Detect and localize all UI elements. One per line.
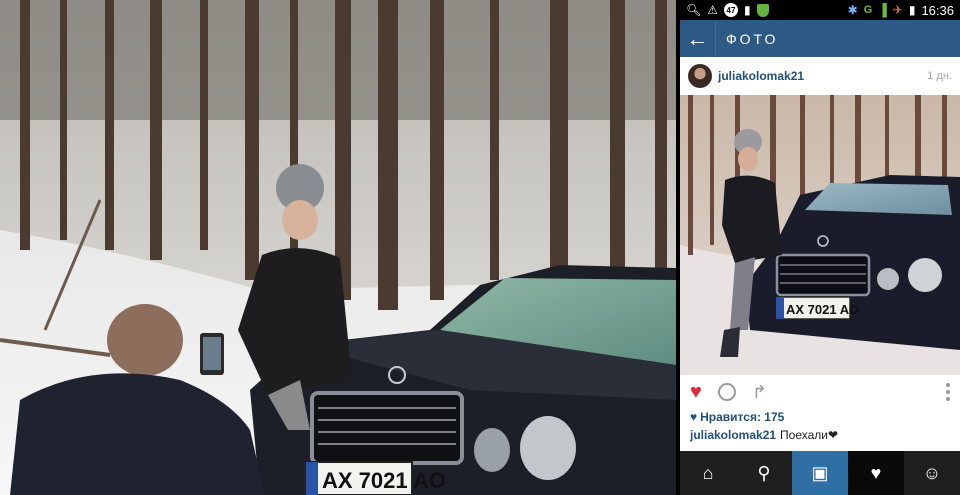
more-options-icon[interactable]: [946, 383, 950, 401]
left-license-plate: AX 7021 AO: [322, 468, 446, 493]
post-actions: ♥ ↱: [680, 375, 960, 409]
bottom-navigation: ⌂ ⚲ ▣ ♥ ☺: [680, 451, 960, 495]
camera-icon[interactable]: ▣: [792, 451, 848, 495]
heart-bubble-icon[interactable]: ♥: [848, 451, 904, 495]
left-photo-illustration: AX 7021 AO: [0, 0, 676, 495]
search-status-icon: 🔍︎: [686, 3, 702, 17]
caption-username[interactable]: juliakolomak21: [690, 428, 776, 442]
likes-label: Нравится: 175: [700, 410, 785, 424]
screenshot-root: AX 7021 AO 🔍︎ ⚠︎ 47 ▮ ✱ G ▐ ✈︎ ▮ 16:36 ←…: [0, 0, 960, 495]
network-signal-icon: G: [863, 4, 873, 16]
signal-bars-icon: ▐: [878, 3, 887, 17]
post-caption: juliakolomak21 Поехали❤: [680, 425, 960, 445]
post-license-plate: AX 7021 AO: [786, 302, 859, 317]
left-photo: AX 7021 AO: [0, 0, 676, 495]
profile-icon[interactable]: ☺: [904, 451, 960, 495]
post-time: 1 дн.: [927, 70, 952, 82]
share-icon[interactable]: ↱: [752, 382, 767, 403]
airplane-icon: ✈︎: [892, 3, 903, 17]
warning-icon: ⚠︎: [707, 3, 718, 17]
instagram-phone-screen: 🔍︎ ⚠︎ 47 ▮ ✱ G ▐ ✈︎ ▮ 16:36 ← ФОТО julia…: [680, 0, 960, 495]
post-photo[interactable]: AX 7021 AO: [680, 95, 960, 375]
arrow-left-icon[interactable]: ←: [680, 20, 716, 57]
shield-icon: [756, 3, 769, 17]
like-heart-icon[interactable]: ♥: [690, 381, 702, 404]
post-header: juliakolomak21 1 дн.: [680, 57, 960, 95]
caption-text: Поехали❤: [780, 428, 839, 442]
comment-icon[interactable]: [717, 383, 736, 401]
status-time: 16:36: [921, 2, 954, 18]
status-bar: 🔍︎ ⚠︎ 47 ▮ ✱ G ▐ ✈︎ ▮ 16:36: [680, 0, 960, 20]
app-bar: ← ФОТО: [680, 20, 960, 57]
post-photo-illustration: AX 7021 AO: [680, 95, 960, 375]
small-heart-icon: ♥: [690, 410, 698, 424]
page-title: ФОТО: [726, 30, 779, 47]
home-icon[interactable]: ⌂: [680, 451, 736, 495]
battery-icon: ▮: [908, 3, 916, 17]
avatar[interactable]: [688, 64, 712, 88]
likes-count[interactable]: ♥ Нравится: 175: [680, 409, 960, 425]
search-icon[interactable]: ⚲: [736, 451, 792, 495]
battery-small-icon: ▮: [744, 3, 751, 17]
post-username[interactable]: juliakolomak21: [718, 69, 804, 83]
bluetooth-icon: ✱: [847, 3, 858, 17]
notification-badge: 47: [724, 3, 738, 17]
